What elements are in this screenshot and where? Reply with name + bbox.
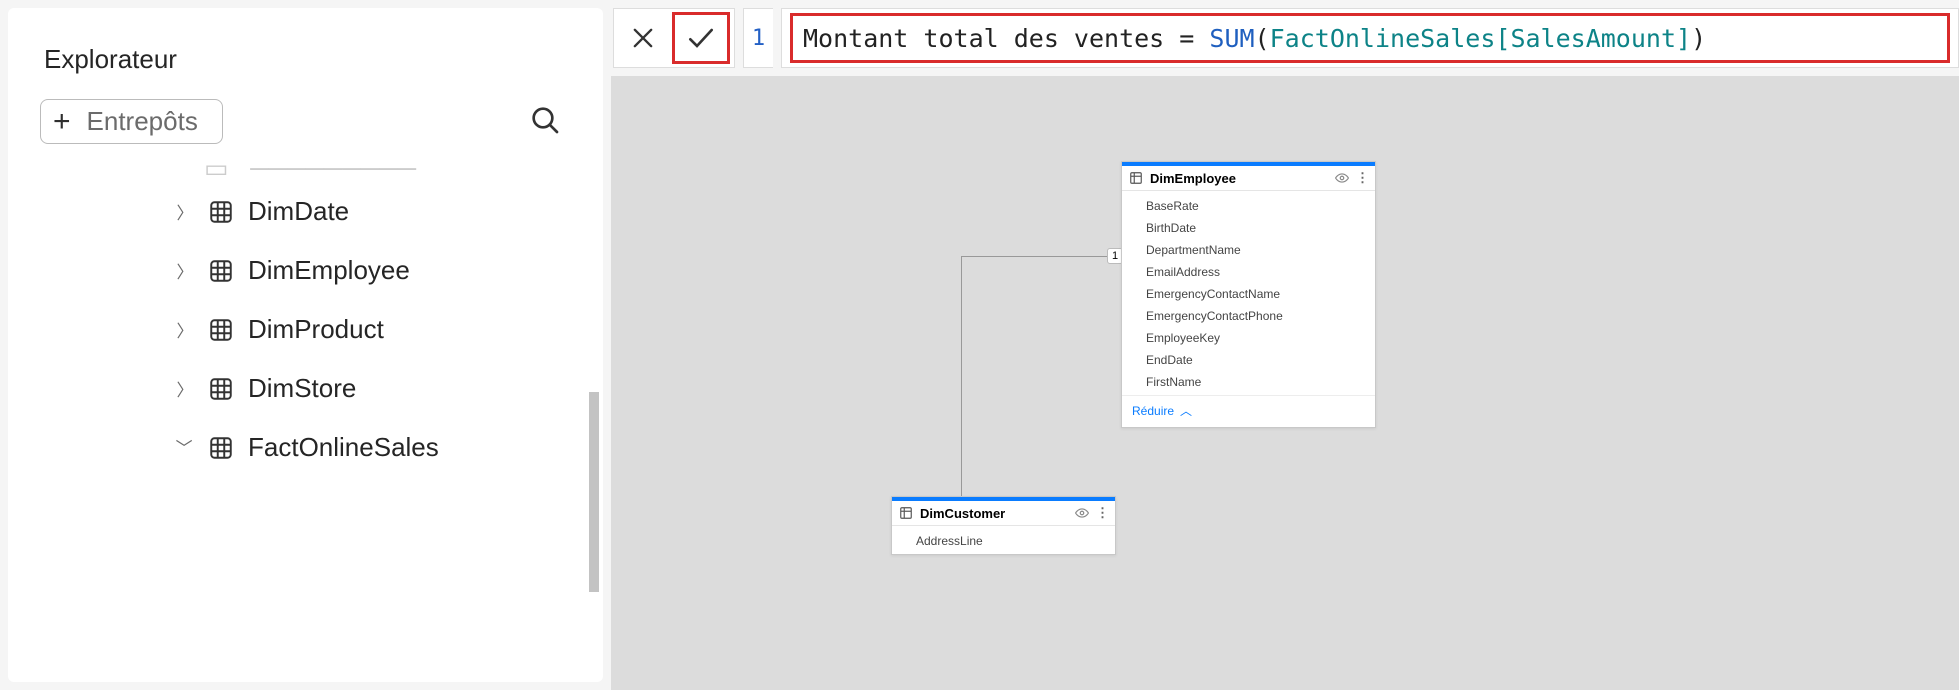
measure-name: Montant total des ventes xyxy=(803,24,1164,53)
dax-column: [SalesAmount] xyxy=(1495,24,1691,53)
field[interactable]: AddressLine xyxy=(916,530,1101,552)
formula-bar: 1 Montant total des ventes = SUM(FactOnl… xyxy=(611,8,1959,68)
tree-item-factonlinesales[interactable]: 〉 FactOnlineSales xyxy=(8,418,603,477)
table-icon xyxy=(208,317,234,343)
explorer-title: Explorateur xyxy=(8,32,603,99)
table-icon xyxy=(208,199,234,225)
accept-button[interactable] xyxy=(672,12,730,64)
formula-controls xyxy=(613,8,735,68)
model-canvas[interactable]: 1 DimEmployee ⋮ BaseRate BirthDate Depar… xyxy=(611,76,1959,690)
entity-fields: BaseRate BirthDate DepartmentName EmailA… xyxy=(1122,191,1375,395)
cancel-button[interactable] xyxy=(614,9,672,67)
plus-icon: + xyxy=(53,107,71,137)
relationship-line[interactable] xyxy=(961,256,962,536)
tree-item-dimstore[interactable]: 〉 DimStore xyxy=(8,359,603,418)
chevron-up-icon: ︿ xyxy=(1180,402,1192,419)
chevron-down-icon: 〉 xyxy=(173,439,198,457)
field[interactable]: EmployeeKey xyxy=(1146,327,1361,349)
eye-icon[interactable] xyxy=(1334,170,1350,186)
chevron-right-icon: 〉 xyxy=(176,317,194,342)
table-label: DimStore xyxy=(248,373,356,404)
formula-input[interactable]: Montant total des ventes = SUM(FactOnlin… xyxy=(790,13,1950,63)
open-paren: ( xyxy=(1255,24,1270,53)
tables-tree: ▭ ───────── 〉 DimDate 〉 DimEmployee 〉 Di… xyxy=(8,152,603,477)
field[interactable]: EndDate xyxy=(1146,349,1361,371)
table-icon xyxy=(898,505,914,521)
table-label: FactOnlineSales xyxy=(248,432,439,463)
line-number: 1 xyxy=(743,8,773,68)
explorer-toolbar: + Entrepôts xyxy=(8,99,603,152)
entity-header[interactable]: DimEmployee ⋮ xyxy=(1122,162,1375,191)
field[interactable]: BirthDate xyxy=(1146,217,1361,239)
check-icon xyxy=(685,22,717,54)
table-icon xyxy=(1128,170,1144,186)
chevron-right-icon: 〉 xyxy=(176,258,194,283)
relationship-line[interactable] xyxy=(961,256,1121,257)
table-label: DimProduct xyxy=(248,314,384,345)
add-warehouse-label: Entrepôts xyxy=(87,106,198,137)
more-icon[interactable]: ⋮ xyxy=(1356,170,1369,186)
table-label: DimEmployee xyxy=(248,255,410,286)
tree-item-dimdate[interactable]: 〉 DimDate xyxy=(8,182,603,241)
table-icon xyxy=(208,435,234,461)
tree-item-cutoff: ▭ ───────── xyxy=(8,154,603,182)
editor-area: 1 Montant total des ventes = SUM(FactOnl… xyxy=(611,8,1959,690)
tree-item-dimproduct[interactable]: 〉 DimProduct xyxy=(8,300,603,359)
dax-table: FactOnlineSales xyxy=(1270,24,1496,53)
entity-title: DimCustomer xyxy=(920,506,1005,521)
equals: = xyxy=(1164,24,1209,53)
eye-icon[interactable] xyxy=(1074,505,1090,521)
entity-title: DimEmployee xyxy=(1150,171,1236,186)
scrollbar[interactable] xyxy=(589,392,599,592)
field[interactable]: BaseRate xyxy=(1146,195,1361,217)
collapse-label: Réduire xyxy=(1132,404,1174,418)
entity-dimcustomer[interactable]: DimCustomer ⋮ AddressLine xyxy=(891,496,1116,555)
dax-function: SUM xyxy=(1209,24,1254,53)
table-label: DimDate xyxy=(248,196,349,227)
entity-header[interactable]: DimCustomer ⋮ xyxy=(892,497,1115,526)
entity-fields: AddressLine xyxy=(892,526,1115,554)
close-icon xyxy=(629,24,657,52)
more-icon[interactable]: ⋮ xyxy=(1096,505,1109,521)
field[interactable]: FirstName xyxy=(1146,371,1361,393)
table-icon xyxy=(208,258,234,284)
add-warehouse-button[interactable]: + Entrepôts xyxy=(40,99,223,144)
search-button[interactable] xyxy=(525,100,565,143)
chevron-right-icon: 〉 xyxy=(176,199,194,224)
field[interactable]: EmergencyContactPhone xyxy=(1146,305,1361,327)
close-paren: ) xyxy=(1691,24,1706,53)
collapse-button[interactable]: Réduire ︿ xyxy=(1122,395,1375,427)
field[interactable]: EmailAddress xyxy=(1146,261,1361,283)
search-icon xyxy=(529,104,561,136)
formula-input-wrap: Montant total des ventes = SUM(FactOnlin… xyxy=(781,8,1959,68)
field[interactable]: DepartmentName xyxy=(1146,239,1361,261)
entity-dimemployee[interactable]: DimEmployee ⋮ BaseRate BirthDate Departm… xyxy=(1121,161,1376,428)
field[interactable]: EmergencyContactName xyxy=(1146,283,1361,305)
tree-item-dimemployee[interactable]: 〉 DimEmployee xyxy=(8,241,603,300)
chevron-right-icon: 〉 xyxy=(176,376,194,401)
table-icon xyxy=(208,376,234,402)
explorer-panel: Explorateur + Entrepôts ▭ ───────── 〉 Di… xyxy=(8,8,603,682)
